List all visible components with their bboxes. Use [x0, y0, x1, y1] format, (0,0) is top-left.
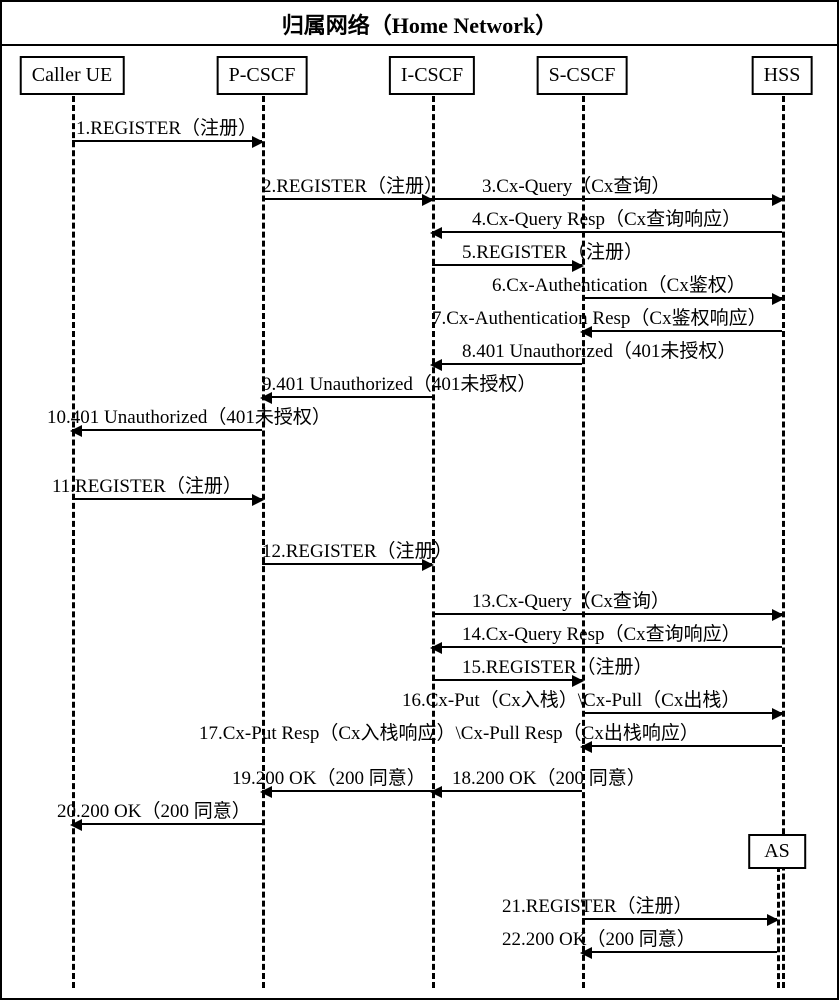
msg-15-register: 15.REGISTER（注册）	[432, 657, 582, 681]
actor-i-cscf: I-CSCF	[389, 56, 475, 95]
arrow-right-icon	[767, 914, 779, 926]
msg-label: 10.401 Unauthorized（401未授权）	[47, 402, 331, 429]
msg-label: 16.Cx-Put（Cx入栈）\Cx-Pull（Cx出栈）	[402, 685, 740, 712]
actor-caller-ue: Caller UE	[20, 56, 125, 95]
arrow-right-icon	[252, 494, 264, 506]
msg-3-cx-query: 3.Cx-Query（Cx查询）	[432, 176, 782, 200]
msg-6-cx-auth: 6.Cx-Authentication（Cx鉴权）	[582, 275, 782, 299]
msg-label: 14.Cx-Query Resp（Cx查询响应）	[462, 619, 741, 646]
msg-label: 18.200 OK（200 同意）	[452, 763, 646, 790]
arrow-right-icon	[772, 708, 784, 720]
actor-s-cscf: S-CSCF	[537, 56, 628, 95]
msg-label: 3.Cx-Query（Cx查询）	[482, 171, 670, 198]
arrow-left-icon	[430, 642, 442, 654]
actor-label: S-CSCF	[549, 64, 616, 86]
msg-11-register: 11.REGISTER（注册）	[72, 476, 262, 500]
actor-label: AS	[764, 840, 790, 862]
actor-label: Caller UE	[32, 64, 113, 86]
msg-2-register: 2.REGISTER（注册）	[262, 176, 432, 200]
msg-label: 6.Cx-Authentication（Cx鉴权）	[492, 270, 746, 297]
arrow-left-icon	[70, 819, 82, 831]
msg-label: 2.REGISTER（注册）	[262, 171, 443, 198]
arrow-left-icon	[430, 786, 442, 798]
lifeline-caller-ue	[72, 96, 75, 988]
msg-9-401: 9.401 Unauthorized（401未授权）	[262, 374, 432, 398]
diagram-title: 归属网络（Home Network）	[2, 2, 837, 46]
arrow-right-icon	[252, 136, 264, 148]
msg-14-cx-query-resp: 14.Cx-Query Resp（Cx查询响应）	[432, 624, 782, 648]
actor-p-cscf: P-CSCF	[217, 56, 308, 95]
msg-12-register: 12.REGISTER（注册）	[262, 541, 432, 565]
diagram-frame: 归属网络（Home Network） Caller UE P-CSCF I-CS…	[0, 0, 839, 1000]
msg-18-200-ok: 18.200 OK（200 同意）	[432, 768, 582, 792]
arrow-left-icon	[430, 227, 442, 239]
msg-1-register: 1.REGISTER（注册）	[72, 118, 262, 142]
actor-label: P-CSCF	[229, 64, 296, 86]
msg-7-cx-auth-resp: 7.Cx-Authentication Resp（Cx鉴权响应）	[582, 308, 782, 332]
msg-label: 13.Cx-Query（Cx查询）	[472, 586, 670, 613]
msg-8-401: 8.401 Unauthorized（401未授权）	[432, 341, 582, 365]
lifeline-as	[777, 866, 780, 988]
actor-label: I-CSCF	[401, 64, 463, 86]
arrow-right-icon	[772, 293, 784, 305]
msg-17-cx-put-pull-resp: 17.Cx-Put Resp（Cx入栈响应）\Cx-Pull Resp（Cx出栈…	[582, 723, 782, 747]
msg-label: 7.Cx-Authentication Resp（Cx鉴权响应）	[432, 303, 767, 330]
arrow-right-icon	[422, 559, 434, 571]
msg-label: 5.REGISTER（注册）	[462, 237, 643, 264]
msg-5-register: 5.REGISTER（注册）	[432, 242, 582, 266]
diagram-canvas: Caller UE P-CSCF I-CSCF S-CSCF HSS 1.REG…	[2, 46, 837, 998]
arrow-right-icon	[772, 609, 784, 621]
actor-hss: HSS	[752, 56, 813, 95]
arrow-left-icon	[580, 741, 592, 753]
msg-16-cx-put-pull: 16.Cx-Put（Cx入栈）\Cx-Pull（Cx出栈）	[582, 690, 782, 714]
arrow-left-icon	[580, 947, 592, 959]
msg-label: 9.401 Unauthorized（401未授权）	[262, 369, 536, 396]
msg-4-cx-query-resp: 4.Cx-Query Resp（Cx查询响应）	[432, 209, 782, 233]
msg-label: 8.401 Unauthorized（401未授权）	[462, 336, 736, 363]
msg-label: 4.Cx-Query Resp（Cx查询响应）	[472, 204, 741, 231]
msg-21-register: 21.REGISTER（注册）	[582, 896, 777, 920]
actor-label: HSS	[764, 64, 801, 86]
msg-label: 20.200 OK（200 同意）	[57, 796, 251, 823]
arrow-left-icon	[260, 786, 272, 798]
msg-label: 11.REGISTER（注册）	[52, 471, 242, 498]
msg-label: 17.Cx-Put Resp（Cx入栈响应）\Cx-Pull Resp（Cx出栈…	[199, 718, 699, 745]
msg-label: 21.REGISTER（注册）	[502, 891, 693, 918]
actor-as: AS	[748, 834, 806, 869]
arrow-right-icon	[772, 194, 784, 206]
msg-19-200-ok: 19.200 OK（200 同意）	[262, 768, 432, 792]
msg-22-200-ok: 22.200 OK（200 同意）	[582, 929, 777, 953]
msg-label: 15.REGISTER（注册）	[462, 652, 653, 679]
arrow-left-icon	[70, 425, 82, 437]
msg-13-cx-query: 13.Cx-Query（Cx查询）	[432, 591, 782, 615]
msg-label: 22.200 OK（200 同意）	[502, 924, 696, 951]
msg-20-200-ok: 20.200 OK（200 同意）	[72, 801, 262, 825]
msg-label: 1.REGISTER（注册）	[76, 113, 257, 140]
msg-10-401: 10.401 Unauthorized（401未授权）	[72, 407, 262, 431]
